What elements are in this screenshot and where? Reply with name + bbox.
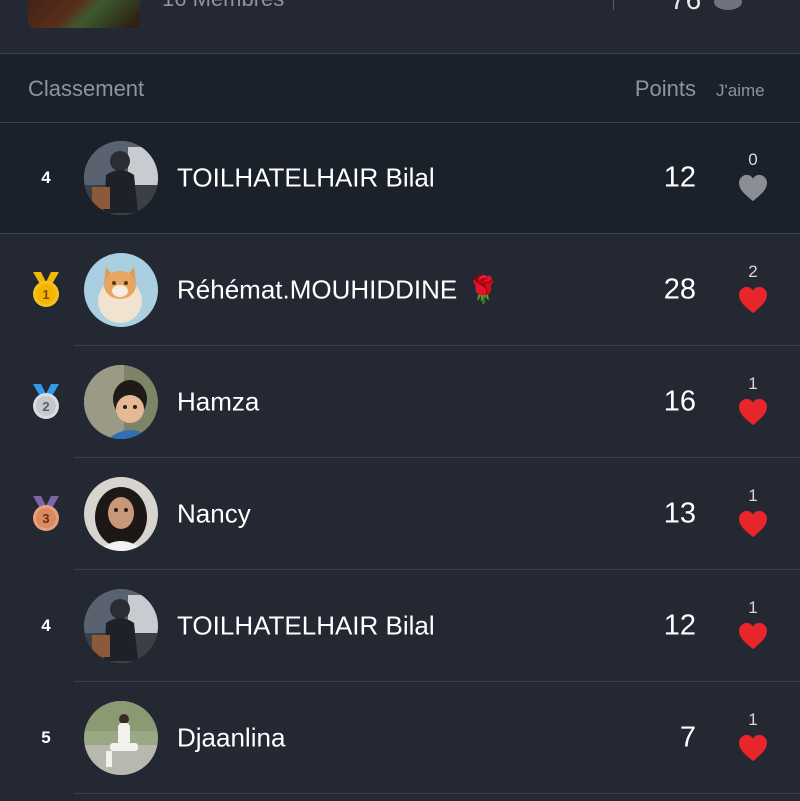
- like-control[interactable]: 1: [733, 598, 773, 654]
- member-name: TOILHATELHAIR Bilal: [177, 162, 435, 193]
- my-rank-row[interactable]: 4 TOILHATELHAIR Bilal 12 0: [0, 123, 800, 234]
- row-divider: [74, 793, 800, 794]
- total-count: 76: [670, 0, 701, 16]
- members-count: 16 Membres: [162, 0, 284, 12]
- leaderboard-row[interactable]: 5 Djaanlina 7 1: [0, 682, 800, 794]
- avatar[interactable]: [84, 141, 158, 215]
- likes-heading: J'aime: [716, 81, 765, 100]
- like-count: 1: [748, 374, 758, 393]
- like-control[interactable]: 1: [733, 486, 773, 542]
- group-avatar[interactable]: [28, 0, 140, 28]
- like-count: 1: [748, 710, 758, 729]
- rank-number: 5: [41, 728, 51, 747]
- heart-icon[interactable]: [738, 174, 768, 202]
- points-value: 12: [663, 609, 696, 642]
- heart-icon[interactable]: [738, 510, 768, 538]
- like-control[interactable]: 2: [733, 262, 773, 318]
- points-value: 28: [663, 273, 696, 306]
- like-count: 1: [748, 598, 758, 617]
- svg-text:1: 1: [42, 287, 49, 302]
- svg-text:2: 2: [42, 399, 49, 414]
- avatar[interactable]: [84, 253, 158, 327]
- leaderboard-header: Classement Points J'aime: [0, 54, 800, 123]
- member-name: Djaanlina: [177, 722, 286, 753]
- like-control[interactable]: 1: [733, 710, 773, 766]
- avatar[interactable]: [84, 701, 158, 775]
- rank-number: 4: [41, 168, 51, 187]
- bronze-medal-icon: 3: [29, 494, 63, 534]
- member-name: Nancy: [177, 498, 251, 529]
- rose-emoji: 🌹: [467, 275, 500, 306]
- leaderboard-row[interactable]: 2 Hamza 16 1: [0, 346, 800, 458]
- info-icon[interactable]: [714, 0, 742, 10]
- leaderboard-row[interactable]: 4 TOILHATELHAIR Bilal 12 1: [0, 570, 800, 682]
- avatar[interactable]: [84, 589, 158, 663]
- group-info-bar: 16 Membres 76: [0, 0, 800, 54]
- divider: [613, 0, 614, 10]
- avatar[interactable]: [84, 365, 158, 439]
- points-value: 7: [679, 721, 696, 754]
- member-name: Réhémat.MOUHIDDINE 🌹: [177, 274, 500, 306]
- points-value: 12: [663, 161, 696, 194]
- gold-medal-icon: 1: [29, 270, 63, 310]
- like-count: 2: [748, 262, 758, 281]
- heart-icon[interactable]: [738, 622, 768, 650]
- like-control[interactable]: 1: [733, 374, 773, 430]
- like-count: 1: [748, 486, 758, 505]
- points-value: 16: [663, 385, 696, 418]
- member-name: TOILHATELHAIR Bilal: [177, 610, 435, 641]
- points-heading: Points: [634, 76, 696, 101]
- like-control[interactable]: 0: [733, 150, 773, 206]
- avatar[interactable]: [84, 477, 158, 551]
- points-value: 13: [663, 497, 696, 530]
- member-name: Hamza: [177, 386, 260, 417]
- heart-icon[interactable]: [738, 286, 768, 314]
- classement-heading: Classement: [28, 76, 145, 101]
- svg-text:3: 3: [42, 511, 49, 526]
- rank-number: 4: [41, 616, 51, 635]
- leaderboard-row[interactable]: 1 Réhémat.MOUHIDDINE 🌹 28 2: [0, 234, 800, 346]
- leaderboard-row[interactable]: 3 Nancy 13 1: [0, 458, 800, 570]
- heart-icon[interactable]: [738, 398, 768, 426]
- heart-icon[interactable]: [738, 734, 768, 762]
- silver-medal-icon: 2: [29, 382, 63, 422]
- like-count: 0: [748, 150, 758, 169]
